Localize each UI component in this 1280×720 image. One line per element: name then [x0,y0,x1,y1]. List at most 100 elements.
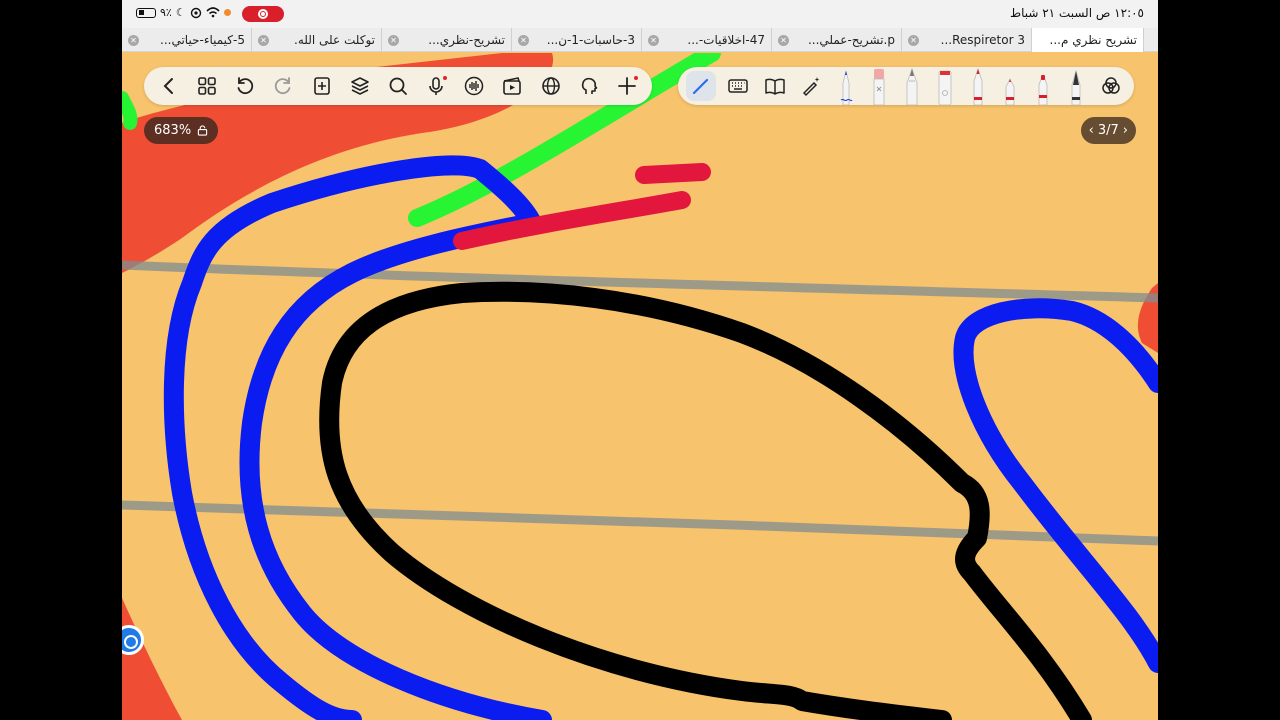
add-element-button[interactable] [612,71,642,101]
ipad-screen: ٩٪ ☾ ١٢:٠٥ ص السبت ٢١ شباط ✕ 5-كيمياء-حيا… [122,0,1158,720]
previous-page-icon[interactable]: ‹ [1089,123,1094,138]
document-tab[interactable]: ✕ 5-كيمياء-حياتي... [122,28,252,52]
grid-icon [198,77,216,95]
ai-head-icon [581,77,598,94]
lock-icon [197,125,208,136]
close-tab-icon[interactable]: ✕ [908,34,919,46]
red-highlight-corner [122,598,182,720]
media-button[interactable] [497,71,527,101]
red-ink-stroke-1 [635,163,711,184]
undo-button[interactable] [230,71,260,101]
layers-button[interactable] [345,71,375,101]
highlighter-icon [938,70,952,105]
undo-icon [237,77,254,95]
ruled-line-2 [122,500,1158,546]
record-icon [258,9,268,19]
red-marker-icon [973,67,983,105]
battery-icon [136,7,156,18]
book-icon [764,78,785,95]
ai-assistant-button[interactable] [574,71,604,101]
status-clock: ١٢:٠٥ ص السبت ٢١ شباط [1009,6,1144,20]
page-navigator[interactable]: ‹ 3/7 › [1080,117,1136,144]
globe-icon [541,77,560,95]
back-button[interactable] [154,71,184,101]
tab-label: توكلت على الله. [294,33,375,47]
document-tab[interactable]: ✕ 3 Respiretor... [902,28,1032,52]
tab-label: p.تشريح-عملي... [807,33,895,47]
screen-recording-indicator[interactable] [242,6,284,22]
fountain-pen-icon [1071,69,1081,105]
search-button[interactable] [383,71,413,101]
ink-drawing [122,44,1158,720]
status-bar: ٩٪ ☾ ١٢:٠٥ ص السبت ٢١ شباط [122,0,1158,28]
pencil-tool[interactable] [899,67,925,105]
reading-mode-button[interactable] [760,71,790,101]
close-tab-icon[interactable]: ✕ [128,34,139,46]
page-grid-button[interactable] [192,71,222,101]
tab-label: 5-كيمياء-حياتي... [160,33,245,47]
navigation-toolbar [144,67,652,105]
browser-button[interactable] [536,71,566,101]
search-icon [389,77,407,95]
red-fineliner-icon [1006,78,1015,105]
document-tab[interactable]: ✕ تشريح-نظري... [382,28,512,52]
close-tab-icon[interactable]: ✕ [258,34,269,46]
document-tab[interactable]: ✕ 3-حاسبات-1-ن... [512,28,642,52]
document-tab-bar: ✕ 5-كيمياء-حياتي... ✕ توكلت على الله. ✕ تشر… [122,28,1158,52]
green-ink-dot [122,91,138,130]
pencil-icon [906,67,918,105]
moon-icon: ☾ [175,6,186,19]
color-palette-button[interactable] [1096,71,1126,101]
page-number: 3/7 [1097,123,1119,138]
document-tab[interactable]: ✕ توكلت على الله. [252,28,382,52]
red-brush-tool[interactable] [1030,67,1056,105]
tab-label: تشريح-نظري... [428,33,505,47]
layers-icon [350,77,369,95]
note-canvas[interactable] [122,44,1158,720]
close-tab-icon[interactable]: ✕ [518,34,529,46]
audio-playback-button[interactable] [459,71,489,101]
document-tab[interactable]: ✕ 47-اخلاقيات-... [642,28,772,52]
battery-percent: ٩٪ [160,6,172,19]
color-palette-icon [1102,77,1120,94]
next-page-icon[interactable]: › [1123,123,1128,138]
red-marker-tool[interactable] [965,67,991,105]
pen-mode-button[interactable] [686,71,716,101]
tab-label: 47-اخلاقيات-... [687,33,765,47]
keyboard-icon [728,79,748,93]
back-chevron-icon [163,78,173,94]
wifi-icon [206,7,220,18]
eraser-tool[interactable] [866,67,892,105]
record-audio-button[interactable] [421,71,451,101]
notification-dot [633,76,638,80]
document-tab-active[interactable]: تشريح نظري م... [1032,28,1144,52]
zoom-level-indicator[interactable]: 683% [144,117,219,144]
redo-button[interactable] [268,71,298,101]
blue-pen-icon [840,70,853,105]
pen-selected-icon [692,78,709,95]
mic-indicator-dot [223,9,231,16]
magic-pen-button[interactable] [796,71,826,101]
eraser-icon [873,69,885,105]
close-tab-icon[interactable]: ✕ [648,34,659,46]
red-brush-icon [1038,75,1048,105]
status-icons: ٩٪ ☾ [136,6,231,19]
focus-icon [190,7,201,18]
audio-wave-icon [465,76,484,96]
tab-label: تشريح نظري م... [1049,33,1137,47]
tab-label: 3-حاسبات-1-ن... [546,33,635,47]
keyboard-button[interactable] [723,71,753,101]
redo-icon [275,77,291,95]
blue-pen-tool[interactable] [833,67,859,105]
ruled-line-1 [122,260,1158,303]
close-tab-icon[interactable]: ✕ [778,34,789,46]
document-tab[interactable]: ✕ p.تشريح-عملي... [772,28,902,52]
red-fineliner-tool[interactable] [997,67,1023,105]
blue-ink-outer [163,155,552,720]
add-page-icon [313,77,330,95]
close-tab-icon[interactable]: ✕ [388,34,399,46]
add-page-button[interactable] [307,71,337,101]
fountain-pen-tool[interactable] [1063,67,1089,105]
highlighter-tool[interactable] [932,67,958,105]
media-icon [503,77,522,95]
